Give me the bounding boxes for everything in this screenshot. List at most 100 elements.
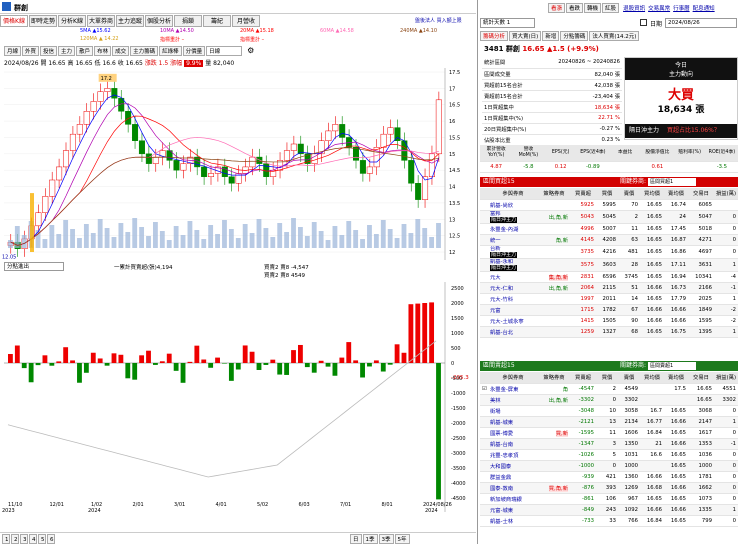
table-row[interactable]: 元大-土城永寧 1415 1505 90 16.66 16.66 1595 -2 (480, 315, 738, 327)
toolbar-button[interactable]: 主力籌碼 (130, 46, 159, 56)
table-row[interactable]: 元富-城東 -849 243 1092 16.66 16.66 1335 1 (480, 504, 738, 516)
broker-name[interactable]: 新加坡商瑞銀 (488, 493, 538, 505)
broker-name[interactable]: 統一 (488, 234, 538, 246)
top-link-button[interactable]: 看漲 (548, 3, 566, 13)
top-link[interactable]: 行事曆 (673, 6, 690, 12)
table-row[interactable]: 永豐金-內湖 4996 5007 11 16.65 17.45 5018 0 (480, 223, 738, 235)
broker-name[interactable]: 凱基-台北 (488, 326, 538, 338)
table-row[interactable]: 新加坡商瑞銀 -861 106 967 16.65 16.65 1073 0 (480, 493, 738, 505)
table-row[interactable]: 元富 1715 1782 67 16.66 16.66 1849 -2 (480, 304, 738, 316)
table-row[interactable]: 元大 集,角,新 2831 6596 3745 16.65 16.94 10341 -4 (480, 271, 738, 283)
table-row[interactable]: 凱基-士林 -733 33 766 16.84 16.65 799 0 (480, 515, 738, 527)
top-tab[interactable]: 即時走勢 (29, 15, 57, 27)
toolbar-button[interactable]: 布林 (94, 46, 112, 56)
gear-icon[interactable]: ⚙ (247, 46, 254, 55)
table-row[interactable]: 凱基-尚欣 5925 5995 70 16.65 16.74 6065 (480, 199, 738, 211)
broker-name[interactable]: 國票-博愛 (488, 427, 538, 439)
period-select[interactable]: 日線 (206, 46, 243, 56)
table-row[interactable]: 國泰-敦南 買,角,新 -876 393 1269 16.68 16.66 1662 0 (480, 482, 738, 494)
broker-name[interactable]: 台新 隔日沖主力 (488, 245, 538, 259)
table-row[interactable]: 大和國泰 -1000 0 1000 16.65 1000 0 (480, 460, 738, 472)
table-row[interactable]: 國票-博愛 買,新 -1595 11 1606 16.84 16.65 1617 0 (480, 427, 738, 439)
top-link-button[interactable]: 看跌 (566, 3, 584, 13)
top-tab[interactable]: 價格K線 (0, 15, 28, 27)
toolbar-button[interactable]: 紅綠棒 (159, 46, 182, 56)
right-tab[interactable]: 買大賣(日) (509, 31, 542, 41)
table-row[interactable]: 美林 出,角,新 -3302 0 3302 16.65 3302 (480, 394, 738, 406)
broker-name[interactable]: 凱基-城東 (488, 416, 538, 428)
page-tab[interactable]: 6 (47, 534, 55, 544)
toolbar-button[interactable]: 成交 (112, 46, 130, 56)
table-row[interactable]: 凱基-永和 隔日沖主力 3575 3603 28 16.65 17.11 3631 1 (480, 258, 738, 272)
broker-name[interactable]: 元大-仁和 (488, 282, 538, 294)
right-tab[interactable]: 新增 (542, 31, 560, 41)
right-tab[interactable]: 籌碼分析 (480, 31, 509, 41)
broker-name[interactable]: 元富 (488, 304, 538, 316)
page-tab[interactable]: 1 (2, 534, 10, 544)
top-link[interactable]: 退股資訊 (623, 6, 645, 12)
date-input[interactable]: 2024/08/26 (665, 18, 737, 28)
top-link[interactable]: 配息通知 (693, 6, 715, 12)
page-tab[interactable]: 3 (20, 534, 28, 544)
toolbar-button[interactable]: 散戶 (76, 46, 94, 56)
toolbar-button[interactable]: 投信 (40, 46, 58, 56)
right-tab[interactable]: 分點籌碼 (560, 31, 589, 41)
broker-chart[interactable]: 25002000150010005000-500-1000-1500-2000-… (0, 282, 476, 514)
broker-name[interactable]: 永豐金-屏東 (488, 383, 538, 395)
range-button[interactable]: 1季 (362, 534, 378, 544)
range-button[interactable]: 5年 (394, 534, 410, 544)
broker-name[interactable]: 元大-竹科 (488, 293, 538, 305)
price-chart[interactable]: 17.5 17 16.5 16 15.5 15 14.5 14 13.5 13 12.5 12 17.2… (0, 68, 476, 260)
broker-name[interactable]: 國泰-敦南 (488, 482, 538, 494)
right-tab[interactable]: 法人買賣(14.2元) (589, 31, 640, 41)
range-button[interactable]: 3季 (378, 534, 394, 544)
table-row[interactable]: 元大-竹科 1997 2011 14 16.65 17.79 2025 1 (480, 293, 738, 305)
table-row[interactable]: 群益金鼎 -939 421 1360 16.66 16.65 1781 0 (480, 471, 738, 483)
top-tab[interactable]: 捐鎖 (174, 15, 202, 27)
broker-name[interactable]: 美林 (488, 394, 538, 406)
toolbar-button[interactable]: 外買 (22, 46, 40, 56)
broker-name[interactable]: 街場 (488, 405, 538, 417)
top-tab[interactable]: 分析K線 (58, 15, 86, 27)
range-button[interactable]: 日 (350, 534, 362, 544)
top-tab[interactable]: 籌紀 (203, 15, 231, 27)
buy-filter[interactable]: 區間買超1 (648, 178, 696, 186)
toolbar-button[interactable]: 月線 (4, 46, 22, 56)
table-row[interactable]: 凱基-城東 -2121 13 2134 16.77 16.66 2147 1 (480, 416, 738, 428)
broker-name[interactable]: 群益金鼎 (488, 471, 538, 483)
ad-text[interactable]: 盤後法人 買入額上限 (415, 17, 462, 24)
top-link[interactable]: 交易異常 (648, 6, 670, 12)
broker-name[interactable]: 凱基-士林 (488, 515, 538, 527)
top-tab[interactable]: 個股分析 (145, 15, 173, 27)
broker-name[interactable]: 兆豐-忠孝頂 (488, 449, 538, 461)
broker-name[interactable]: 大和國泰 (488, 460, 538, 472)
table-row[interactable]: ☑ 永豐金-屏東 角 -4547 2 4549 17.5 16.65 4551 (480, 383, 738, 395)
broker-name[interactable]: 永豐金-內湖 (488, 223, 538, 235)
calendar-icon[interactable] (640, 19, 647, 26)
top-tab[interactable]: 月營收 (232, 15, 260, 27)
top-tab[interactable]: 大單券商 (87, 15, 115, 27)
broker-name[interactable]: 凱基-台南 (488, 438, 538, 450)
page-tab[interactable]: 5 (38, 534, 46, 544)
table-row[interactable]: 凱基-台北 1259 1327 68 16.65 16.75 1395 1 (480, 326, 738, 338)
broker-name[interactable]: 凱基-永和 隔日沖主力 (488, 258, 538, 272)
sell-filter[interactable]: 區間賣超1 (648, 362, 696, 370)
toolbar-button[interactable]: 分價量 (182, 46, 206, 56)
table-row[interactable]: 台新 隔日沖主力 3735 4216 481 16.65 16.86 4697 0 (480, 245, 738, 259)
page-tab[interactable]: 2 (11, 534, 19, 544)
table-row[interactable]: 元大-仁和 出,角,新 2064 2115 51 16.66 16.73 2166 -1 (480, 282, 738, 294)
toolbar-button[interactable]: 主力 (58, 46, 76, 56)
table-row[interactable]: 統一 角,新 4145 4208 63 16.65 16.87 4271 0 (480, 234, 738, 246)
top-link-button[interactable]: 轉機 (584, 3, 602, 13)
broker-name[interactable]: 元大 (488, 271, 538, 283)
table-row[interactable]: 兆豐-忠孝頂 -1026 5 1031 16.6 16.65 1036 0 (480, 449, 738, 461)
table-row[interactable]: 街場 -3048 10 3058 16.7 16.65 3068 0 (480, 405, 738, 417)
broker-name[interactable]: 富邦 隔日沖主力 (488, 210, 538, 224)
days-select[interactable]: 統計天數 1 (480, 18, 535, 28)
broker-name[interactable]: 元富-城東 (488, 504, 538, 516)
broker-name[interactable]: 元大-土城永寧 (488, 315, 538, 327)
page-tab[interactable]: 4 (29, 534, 37, 544)
top-tab[interactable]: 主力追蹤 (116, 15, 144, 27)
table-row[interactable]: 凱基-台南 -1347 3 1350 21 16.66 1353 -1 (480, 438, 738, 450)
broker-name[interactable]: 凱基-尚欣 (488, 199, 538, 211)
